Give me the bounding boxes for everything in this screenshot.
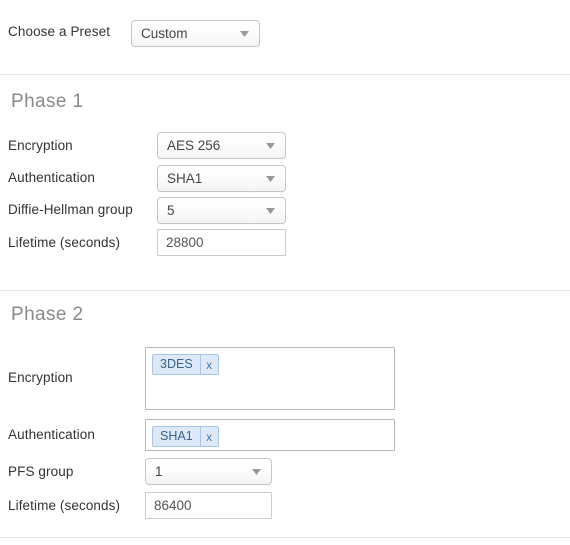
chevron-down-icon [261,175,279,182]
preset-row: Choose a Preset [8,24,110,40]
divider-middle [0,290,570,291]
phase1-encryption-value: AES 256 [167,138,221,153]
token-remove-icon[interactable]: x [199,427,218,446]
phase2-lifetime-row: Lifetime (seconds) [8,498,120,514]
phase1-lifetime-label: Lifetime (seconds) [8,235,121,250]
phase1-authentication-label: Authentication [8,170,95,185]
phase1-authentication-select[interactable]: SHA1 [157,165,286,192]
chevron-down-icon [261,142,279,149]
phase1-encryption-select[interactable]: AES 256 [157,132,286,159]
phase2-authentication-label: Authentication [8,427,95,442]
phase1-lifetime-value: 28800 [166,234,204,250]
preset-label: Choose a Preset [8,24,111,39]
token-chip[interactable]: 3DES x [152,354,219,375]
phase2-encryption-token-input[interactable]: 3DES x [145,347,395,410]
phase2-authentication-token-input[interactable]: SHA1 x [145,419,395,451]
divider-top [0,74,570,75]
phase2-lifetime-input[interactable]: 86400 [145,492,272,519]
phase1-authentication-value: SHA1 [167,171,203,186]
preset-select-value: Custom [141,26,188,41]
chevron-down-icon [261,207,279,214]
phase1-dh-group-value: 5 [167,203,175,218]
phase2-encryption-row: Encryption [8,370,73,386]
preset-select[interactable]: Custom [131,20,260,47]
phase1-heading: Phase 1 [11,91,84,112]
phase1-dh-group-label: Diffie-Hellman group [8,202,133,217]
phase2-heading: Phase 2 [11,304,84,325]
phase1-lifetime-row: Lifetime (seconds) [8,235,120,251]
token-chip-label: 3DES [160,357,193,372]
phase1-encryption-row: Encryption [8,138,73,154]
phase2-pfs-group-label: PFS group [8,464,74,479]
phase1-authentication-row: Authentication [8,170,95,186]
phase2-pfs-group-row: PFS group [8,464,73,480]
chevron-down-icon [235,30,253,37]
chevron-down-icon [247,468,265,475]
phase1-lifetime-input[interactable]: 28800 [157,229,286,256]
phase2-pfs-group-select[interactable]: 1 [145,458,272,485]
phase1-dh-group-select[interactable]: 5 [157,197,286,224]
token-chip[interactable]: SHA1 x [152,426,219,447]
phase1-dh-group-row: Diffie-Hellman group [8,202,133,218]
ipsec-policy-form: Choose a Preset Custom Phase 1 Encryptio… [0,0,570,545]
divider-bottom [0,537,570,538]
phase2-lifetime-label: Lifetime (seconds) [8,498,121,513]
token-remove-icon[interactable]: x [199,355,218,374]
token-chip-label: SHA1 [160,429,193,444]
phase2-encryption-label: Encryption [8,370,73,385]
phase1-encryption-label: Encryption [8,138,73,153]
phase2-pfs-group-value: 1 [155,464,163,479]
phase2-authentication-row: Authentication [8,427,95,443]
phase2-lifetime-value: 86400 [154,497,192,513]
